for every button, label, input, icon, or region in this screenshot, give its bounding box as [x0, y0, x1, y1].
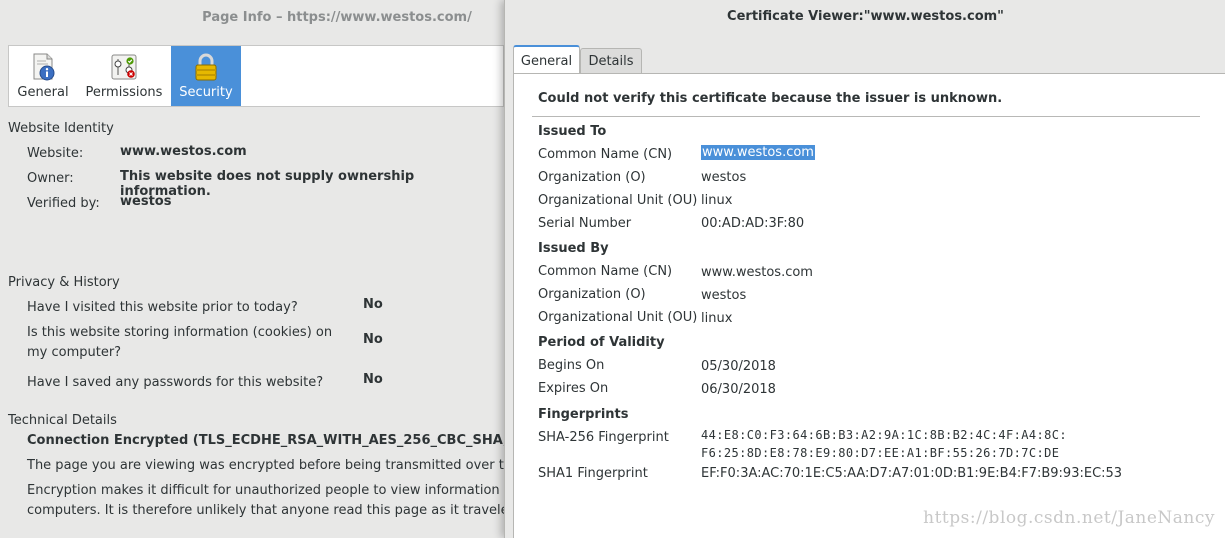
- technical-details-heading: Technical Details: [8, 413, 117, 428]
- verification-warning: Could not verify this certificate becaus…: [538, 91, 1003, 106]
- tab-details-cert-label: Details: [588, 54, 634, 69]
- fingerprints-heading: Fingerprints: [538, 407, 629, 422]
- lock-icon: [191, 52, 221, 82]
- owner-label: Owner:: [27, 171, 74, 186]
- page-info-title: Page Info – https://www.westos.com/: [202, 10, 472, 25]
- issued-to-heading: Issued To: [538, 124, 607, 139]
- connection-encrypted-text: Connection Encrypted (TLS_ECDHE_RSA_WITH…: [27, 433, 504, 448]
- tab-general-cert[interactable]: General: [513, 45, 580, 74]
- sha1-value: EF:F0:3A:AC:70:1E:C5:AA:D7:A7:01:0D:B1:9…: [701, 466, 1123, 481]
- tab-general-cert-label: General: [520, 54, 573, 69]
- tab-general-label: General: [17, 85, 69, 100]
- website-value: www.westos.com: [120, 144, 247, 159]
- tab-security-label: Security: [179, 85, 233, 100]
- selected-cn-text[interactable]: www.westos.com: [701, 145, 815, 160]
- issued-to-cn-value[interactable]: www.westos.com: [701, 145, 815, 160]
- issued-by-cn-label: Common Name (CN): [538, 264, 673, 279]
- page-info-tab-bar: General Permissions Security: [8, 45, 504, 107]
- issued-by-cn-value: www.westos.com: [701, 265, 813, 280]
- privacy-question-visited: Have I visited this website prior to tod…: [27, 300, 298, 315]
- technical-description-line: The page you are viewing was encrypted b…: [27, 458, 504, 473]
- serial-number-value: 00:AD:AD:3F:80: [701, 216, 805, 231]
- tab-general[interactable]: General: [9, 46, 77, 106]
- validity-heading: Period of Validity: [538, 335, 665, 350]
- website-label: Website:: [27, 146, 84, 161]
- privacy-answer-passwords: No: [363, 372, 383, 387]
- tab-permissions-label: Permissions: [85, 85, 163, 100]
- privacy-question-cookies-cont: my computer?: [27, 345, 122, 360]
- verified-by-value: westos: [120, 194, 172, 209]
- issued-by-heading: Issued By: [538, 241, 609, 256]
- permissions-icon: [109, 52, 139, 82]
- technical-description-line: computers. It is therefore unlikely that…: [27, 503, 504, 518]
- serial-number-label: Serial Number: [538, 216, 632, 231]
- begins-on-label: Begins On: [538, 358, 605, 373]
- issued-by-o-value: westos: [701, 288, 747, 303]
- watermark-text: https://blog.csdn.net/JaneNancy: [923, 508, 1215, 528]
- issued-by-ou-label: Organizational Unit (OU): [538, 310, 698, 325]
- certificate-general-panel: Could not verify this certificate becaus…: [513, 73, 1225, 538]
- issued-by-ou-value: linux: [701, 311, 733, 326]
- issued-to-ou-value: linux: [701, 193, 733, 208]
- sha256-value-line1: 44:E8:C0:F3:64:6B:B3:A2:9A:1C:8B:B2:4C:4…: [701, 428, 1067, 442]
- divider: [532, 116, 1200, 117]
- owner-value: This website does not supply ownership i…: [120, 169, 415, 199]
- website-identity-heading: Website Identity: [8, 121, 114, 136]
- expires-on-value: 06/30/2018: [701, 382, 776, 397]
- sha256-label: SHA-256 Fingerprint: [538, 430, 669, 445]
- tab-security[interactable]: Security: [171, 46, 241, 106]
- tab-details-cert[interactable]: Details: [580, 48, 642, 73]
- verified-by-label: Verified by:: [27, 196, 100, 211]
- sha1-label: SHA1 Fingerprint: [538, 466, 648, 481]
- issued-to-o-label: Organization (O): [538, 170, 646, 185]
- tab-permissions[interactable]: Permissions: [77, 46, 171, 106]
- privacy-question-passwords: Have I saved any passwords for this webs…: [27, 375, 324, 390]
- page-info-window: Page Info – https://www.westos.com/ Gene…: [0, 0, 504, 538]
- privacy-history-heading: Privacy & History: [8, 275, 120, 290]
- certificate-viewer-window: Certificate Viewer:"www.westos.com" Gene…: [504, 0, 1225, 538]
- privacy-question-cookies: Is this website storing information (coo…: [27, 325, 333, 340]
- issued-by-o-label: Organization (O): [538, 287, 646, 302]
- begins-on-value: 05/30/2018: [701, 359, 776, 374]
- issued-to-cn-label: Common Name (CN): [538, 147, 673, 162]
- expires-on-label: Expires On: [538, 381, 609, 396]
- privacy-answer-visited: No: [363, 297, 383, 312]
- issued-to-o-value: westos: [701, 170, 747, 185]
- certificate-viewer-title: Certificate Viewer:"www.westos.com": [727, 9, 1004, 24]
- technical-description-line: Encryption makes it difficult for unauth…: [27, 483, 504, 498]
- sha256-value-line2: F6:25:8D:E8:78:E9:80:D7:EE:A1:BF:55:26:7…: [701, 446, 1060, 460]
- issued-to-ou-label: Organizational Unit (OU): [538, 193, 698, 208]
- info-page-icon: [28, 52, 58, 82]
- privacy-answer-cookies: No: [363, 332, 383, 347]
